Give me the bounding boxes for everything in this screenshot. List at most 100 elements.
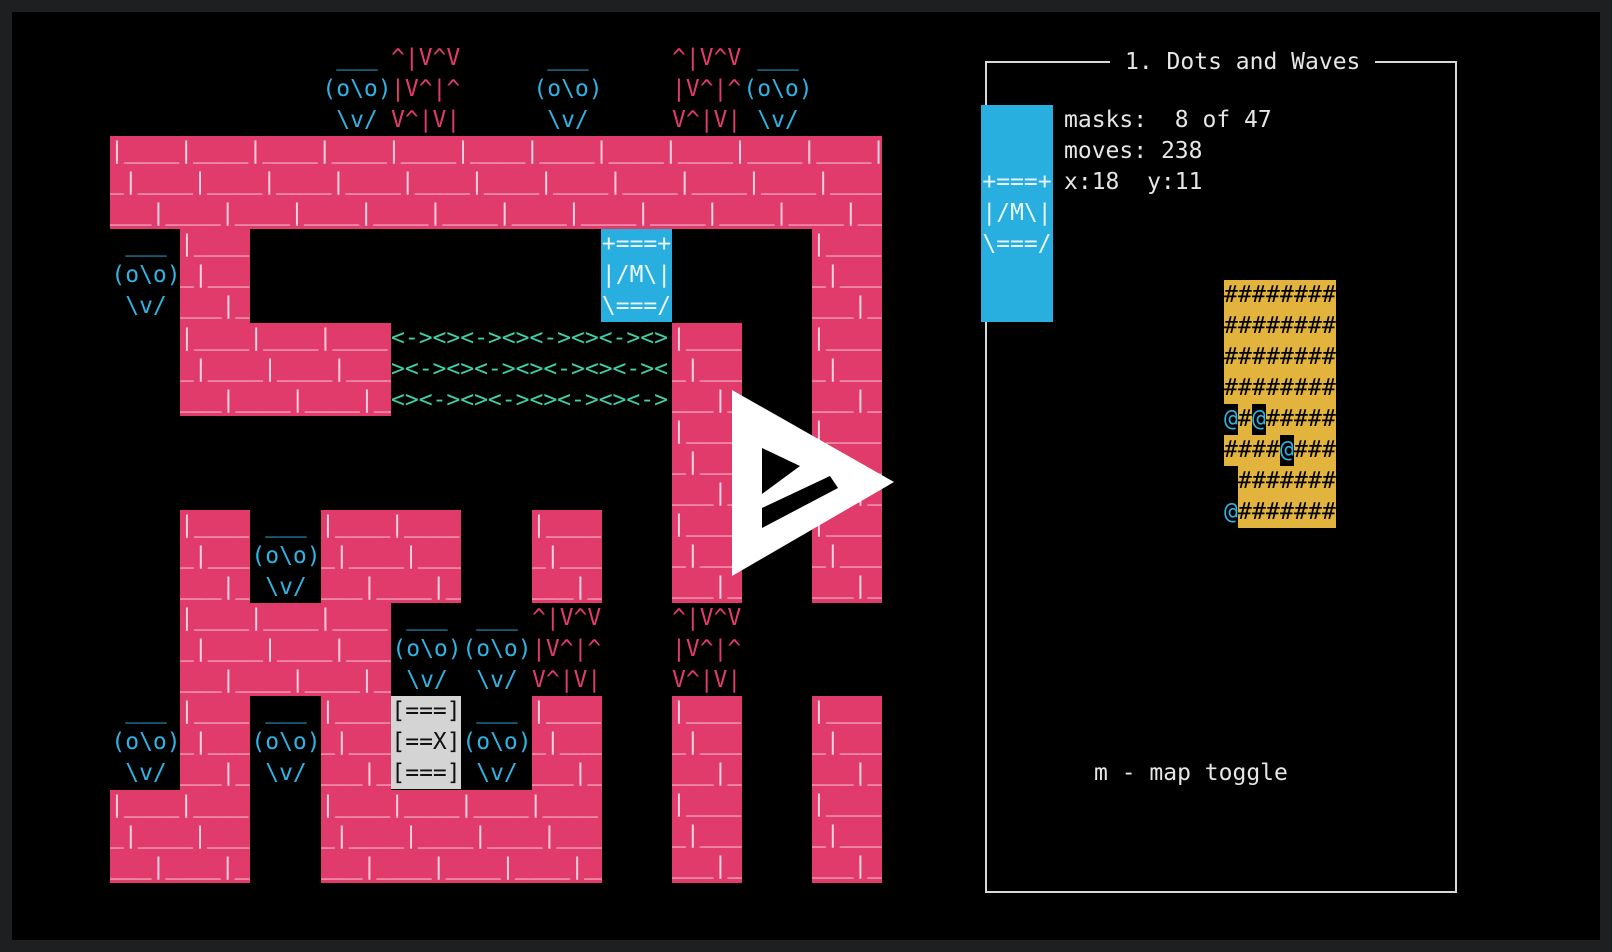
minimap-cell: # <box>1238 342 1252 373</box>
minimap-cell: # <box>1308 497 1322 528</box>
brick-wall: |____|____|____|____|____|____|____|____… <box>321 510 461 603</box>
spike-trap: ^|V^V |V^|^ V^|V| <box>672 45 742 133</box>
brick-wall: |____|____|____|____|____|____|____|____… <box>180 696 250 790</box>
moves-value: 238 <box>1160 138 1203 164</box>
minimap-cell: # <box>1280 280 1294 311</box>
monster: ___ (o\o) \v/ <box>743 45 813 133</box>
minimap-player-marker: @ <box>1252 406 1266 432</box>
minimap-cell: # <box>1238 280 1252 311</box>
minimap-cell: # <box>1266 497 1280 528</box>
brick-wall: |____|____|____|____|____|____|____|____… <box>110 790 250 883</box>
minimap-cell: # <box>1308 342 1322 373</box>
brick-wall: |____|____|____|____|____|____|____|____… <box>532 510 602 603</box>
minimap-cell: # <box>1252 435 1266 466</box>
minimap-cell: # <box>1252 342 1266 373</box>
minimap-cell: # <box>1224 342 1238 373</box>
monster: ___ (o\o) \v/ <box>533 45 603 133</box>
minimap-cell: # <box>1266 342 1280 373</box>
minimap-cell: # <box>1252 311 1266 342</box>
minimap-cell: # <box>1280 466 1294 497</box>
minimap-cell: # <box>1224 280 1238 311</box>
minimap-cell: # <box>1266 404 1280 435</box>
moves-stat: moves: 238 <box>1064 136 1203 167</box>
brick-wall: |____|____|____|____|____|____|____|____… <box>180 229 250 323</box>
minimap-cell: # <box>1266 280 1280 311</box>
mask-pickup: +===+ |/M\| \===/ <box>601 229 672 322</box>
minimap-cell: # <box>1294 497 1308 528</box>
minimap-cell: # <box>1308 435 1322 466</box>
minimap-cell: # <box>1294 373 1308 404</box>
minimap-player-marker: @ <box>1224 406 1238 432</box>
minimap-cell: # <box>1294 311 1308 342</box>
wave-hazard: <-><><-><><-><><-><> ><-><><-><><-><><-><… <box>391 325 668 413</box>
brick-wall: |____|____|____|____|____|____|____|____… <box>532 696 602 790</box>
minimap-player-marker: @ <box>1280 437 1294 463</box>
minimap-cell: # <box>1224 311 1238 342</box>
minimap-cell: # <box>1322 311 1336 342</box>
level-title: 1. Dots and Waves <box>1110 47 1376 78</box>
minimap-cell: # <box>1238 373 1252 404</box>
brick-wall: |____|____|____|____|____|____|____|____… <box>110 136 882 229</box>
monster: ___ (o\o) \v/ <box>111 698 181 786</box>
brick-wall: |____|____|____|____|____|____|____|____… <box>180 603 391 696</box>
minimap-cell: # <box>1308 373 1322 404</box>
minimap-cell: # <box>1280 497 1294 528</box>
mask-icon: +===+ |/M\| \===/ <box>981 105 1053 322</box>
minimap-cell: # <box>1322 280 1336 311</box>
minimap-cell: # <box>1322 404 1336 435</box>
monster: ___ (o\o) \v/ <box>462 698 532 786</box>
play-icon[interactable] <box>732 390 922 590</box>
minimap-cell: # <box>1322 497 1336 528</box>
brick-wall: |____|____|____|____|____|____|____|____… <box>672 696 742 883</box>
minimap-cell: # <box>1294 280 1308 311</box>
minimap-cell: # <box>1322 466 1336 497</box>
game-screen: |____|____|____|____|____|____|____|____… <box>12 12 1600 940</box>
minimap-cell: # <box>1308 404 1322 435</box>
minimap-cell: # <box>1294 342 1308 373</box>
minimap-cell: # <box>1238 435 1252 466</box>
brick-wall: |____|____|____|____|____|____|____|____… <box>321 696 391 790</box>
brick-wall: |____|____|____|____|____|____|____|____… <box>812 696 882 883</box>
map-toggle-hint: m - map toggle <box>1094 760 1288 786</box>
brick-wall: |____|____|____|____|____|____|____|____… <box>812 229 882 323</box>
minimap-player-marker: @ <box>1224 499 1238 525</box>
minimap-cell: # <box>1266 435 1280 466</box>
minimap-cell: # <box>1280 404 1294 435</box>
minimap-cell: # <box>1280 311 1294 342</box>
minimap-cell: # <box>1308 466 1322 497</box>
monster: ___ (o\o) \v/ <box>392 605 462 693</box>
minimap-cell: # <box>1308 280 1322 311</box>
minimap-cell: # <box>1252 280 1266 311</box>
minimap-cell: # <box>1266 373 1280 404</box>
monster: ___ (o\o) \v/ <box>251 512 321 600</box>
minimap-cell: # <box>1252 373 1266 404</box>
minimap-cell: # <box>1238 404 1252 435</box>
minimap-cell: # <box>1252 466 1266 497</box>
brick-wall: |____|____|____|____|____|____|____|____… <box>180 510 250 603</box>
brick-wall: |____|____|____|____|____|____|____|____… <box>180 323 391 416</box>
minimap-cell: # <box>1280 373 1294 404</box>
minimap-cell: # <box>1322 373 1336 404</box>
minimap-cell: # <box>1294 466 1308 497</box>
brick-wall: |____|____|____|____|____|____|____|____… <box>321 790 602 883</box>
minimap-cell: # <box>1266 311 1280 342</box>
masks-stat: masks: 8 of 47 <box>1064 105 1272 136</box>
monster: ___ (o\o) \v/ <box>251 698 321 786</box>
minimap-cell: # <box>1280 342 1294 373</box>
moves-label: moves: <box>1064 138 1148 164</box>
minimap-cell: # <box>1266 466 1280 497</box>
minimap-cell: # <box>1322 435 1336 466</box>
minimap-cell: # <box>1294 435 1308 466</box>
spike-trap: ^|V^V |V^|^ V^|V| <box>672 605 742 693</box>
position-stat: x:18 y:11 <box>1064 169 1203 195</box>
monster: ___ (o\o) \v/ <box>462 605 532 693</box>
minimap-cell: # <box>1294 404 1308 435</box>
minimap-cell: # <box>1224 373 1238 404</box>
minimap-cell: # <box>1322 342 1336 373</box>
minimap-cell: # <box>1252 497 1266 528</box>
minimap-cell: # <box>1308 311 1322 342</box>
monster: ___ (o\o) \v/ <box>111 231 181 319</box>
masks-value: 8 of 47 <box>1160 107 1272 133</box>
monster: ___ (o\o) \v/ <box>322 45 392 133</box>
minimap-cell: # <box>1224 435 1238 466</box>
